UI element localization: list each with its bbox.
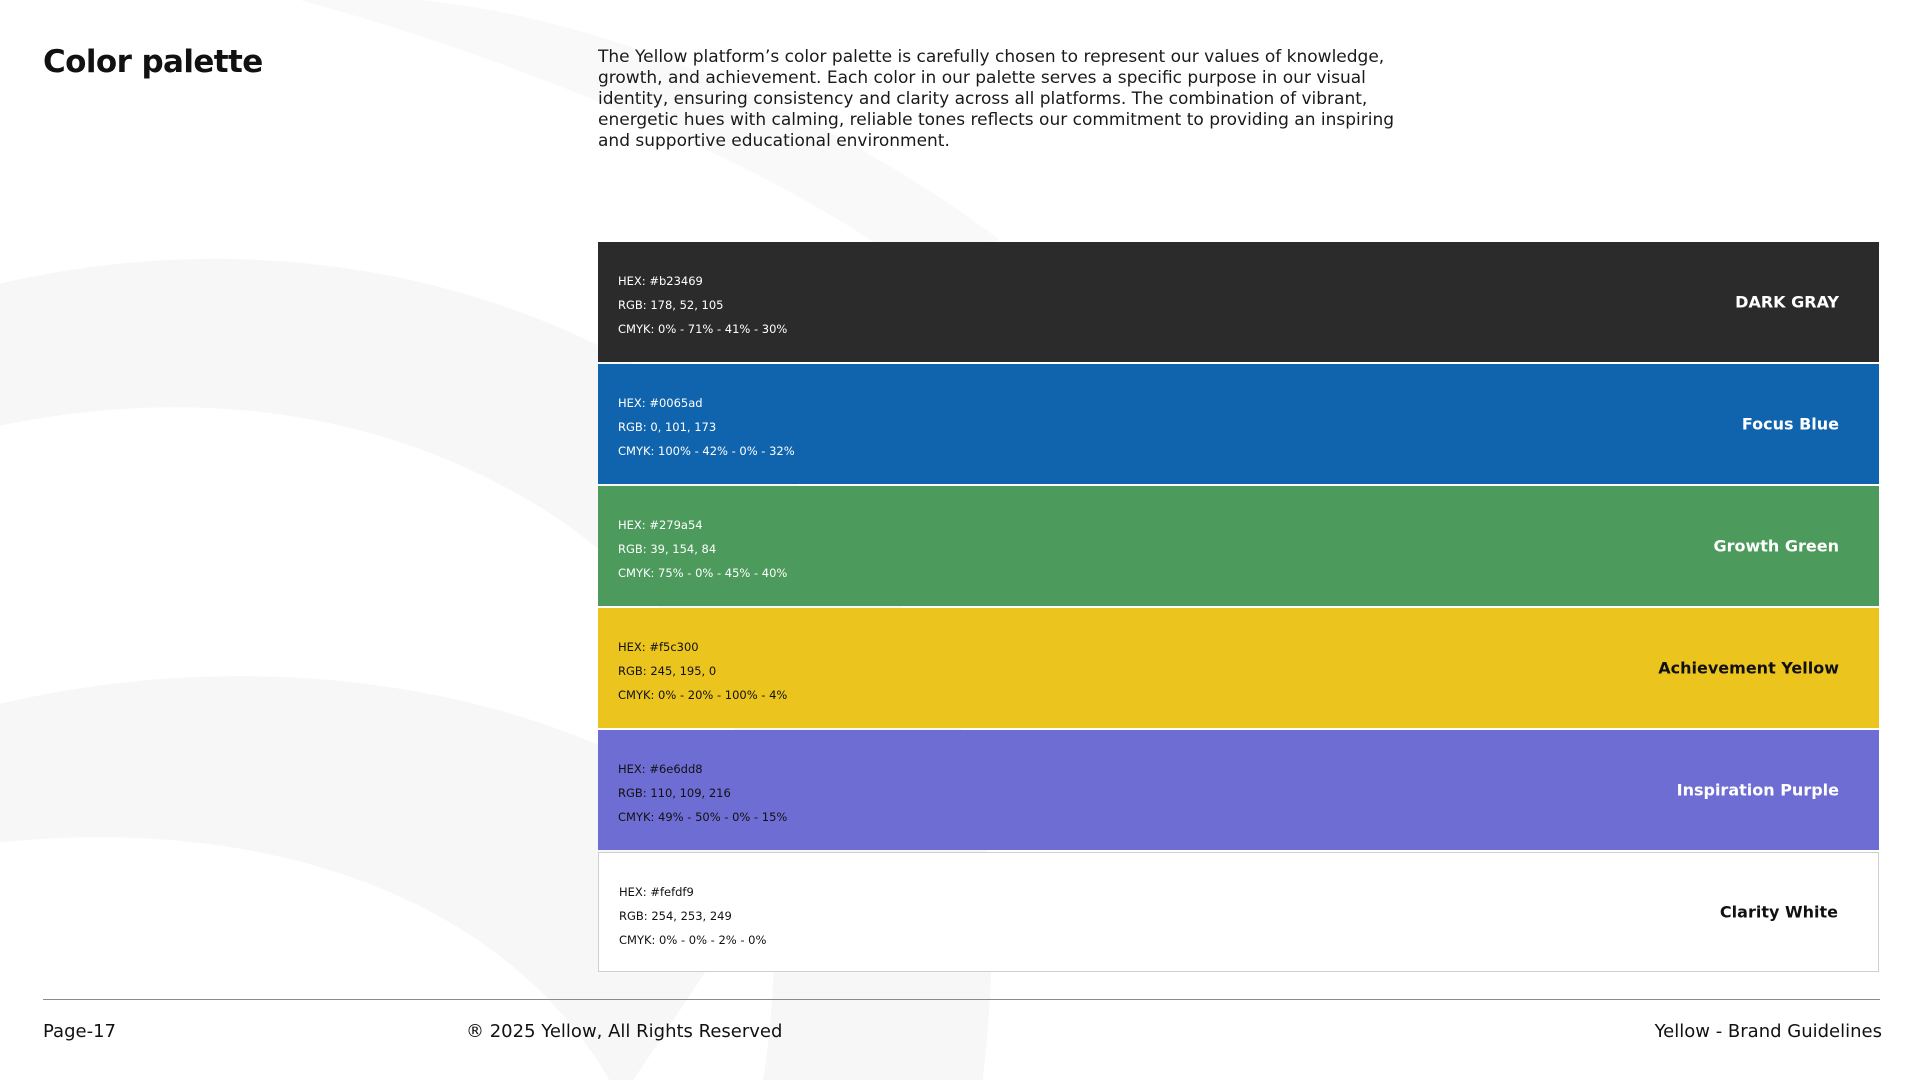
swatch-inspiration-purple: HEX: #6e6dd8 RGB: 110, 109, 216 CMYK: 49… xyxy=(598,730,1879,850)
swatch-color-name: DARK GRAY xyxy=(1735,292,1839,312)
swatch-color-name: Growth Green xyxy=(1713,536,1839,556)
swatch-color-name: Focus Blue xyxy=(1741,414,1839,434)
swatch-codes: HEX: #0065ad RGB: 0, 101, 173 CMYK: 100%… xyxy=(618,391,795,463)
swatch-codes: HEX: #279a54 RGB: 39, 154, 84 CMYK: 75% … xyxy=(618,513,787,585)
rgb-value: RGB: 178, 52, 105 xyxy=(618,298,724,312)
swatch-codes: HEX: #b23469 RGB: 178, 52, 105 CMYK: 0% … xyxy=(618,269,787,341)
page-number: Page-17 xyxy=(43,1021,116,1042)
swatch-achievement-yellow: HEX: #f5c300 RGB: 245, 195, 0 CMYK: 0% -… xyxy=(598,608,1879,728)
swatch-color-name: Clarity White xyxy=(1719,902,1838,922)
rgb-value: RGB: 110, 109, 216 xyxy=(618,786,731,800)
color-swatch-list: HEX: #b23469 RGB: 178, 52, 105 CMYK: 0% … xyxy=(598,242,1879,974)
footer-divider xyxy=(43,999,1880,1000)
hex-value: HEX: #fefdf9 xyxy=(619,885,694,899)
hex-value: HEX: #6e6dd8 xyxy=(618,762,703,776)
rgb-value: RGB: 39, 154, 84 xyxy=(618,542,717,556)
swatch-color-name: Achievement Yellow xyxy=(1658,658,1839,678)
hex-value: HEX: #f5c300 xyxy=(618,640,699,654)
cmyk-value: CMYK: 100% - 42% - 0% - 32% xyxy=(618,444,795,458)
rgb-value: RGB: 0, 101, 173 xyxy=(618,420,717,434)
hex-value: HEX: #0065ad xyxy=(618,396,703,410)
cmyk-value: CMYK: 0% - 20% - 100% - 4% xyxy=(618,688,788,702)
hex-value: HEX: #b23469 xyxy=(618,274,703,288)
hex-value: HEX: #279a54 xyxy=(618,518,703,532)
intro-paragraph: The Yellow platform’s color palette is c… xyxy=(598,47,1395,151)
rgb-value: RGB: 254, 253, 249 xyxy=(619,909,732,923)
cmyk-value: CMYK: 49% - 50% - 0% - 15% xyxy=(618,810,788,824)
swatch-codes: HEX: #fefdf9 RGB: 254, 253, 249 CMYK: 0%… xyxy=(619,880,766,952)
page-title: Color palette xyxy=(43,44,263,80)
swatch-codes: HEX: #f5c300 RGB: 245, 195, 0 CMYK: 0% -… xyxy=(618,635,787,707)
swatch-color-name: Inspiration Purple xyxy=(1676,780,1839,800)
swatch-dark-gray: HEX: #b23469 RGB: 178, 52, 105 CMYK: 0% … xyxy=(598,242,1879,362)
copyright-notice: ® 2025 Yellow, All Rights Reserved xyxy=(466,1021,783,1042)
cmyk-value: CMYK: 0% - 71% - 41% - 30% xyxy=(618,322,788,336)
swatch-codes: HEX: #6e6dd8 RGB: 110, 109, 216 CMYK: 49… xyxy=(618,757,787,829)
swatch-clarity-white: HEX: #fefdf9 RGB: 254, 253, 249 CMYK: 0%… xyxy=(598,852,1879,972)
document-title: Yellow - Brand Guidelines xyxy=(1654,1021,1882,1042)
rgb-value: RGB: 245, 195, 0 xyxy=(618,664,717,678)
brand-guidelines-page: Color palette The Yellow platform’s colo… xyxy=(0,0,1920,1080)
cmyk-value: CMYK: 75% - 0% - 45% - 40% xyxy=(618,566,788,580)
swatch-focus-blue: HEX: #0065ad RGB: 0, 101, 173 CMYK: 100%… xyxy=(598,364,1879,484)
cmyk-value: CMYK: 0% - 0% - 2% - 0% xyxy=(619,933,767,947)
swatch-growth-green: HEX: #279a54 RGB: 39, 154, 84 CMYK: 75% … xyxy=(598,486,1879,606)
